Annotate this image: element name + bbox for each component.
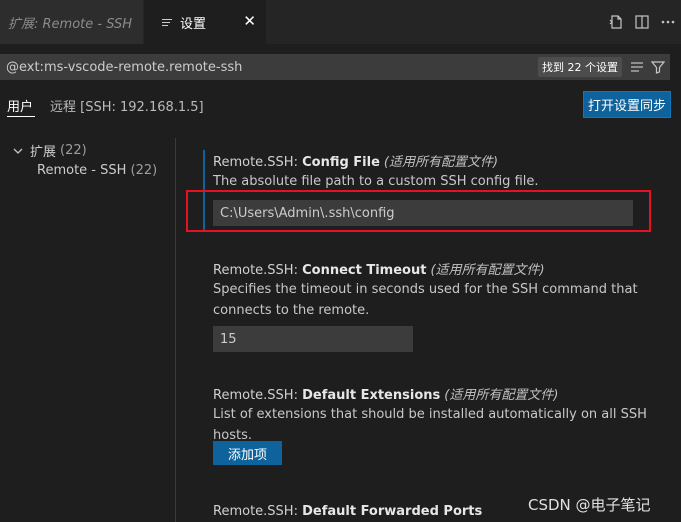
setting-category: Remote.SSH: xyxy=(213,388,303,403)
setting-title-connect-timeout: Remote.SSH: Connect Timeout (适用所有配置文件) xyxy=(213,259,545,278)
clear-filter-icon[interactable] xyxy=(628,58,646,76)
more-actions-icon[interactable] xyxy=(657,11,679,33)
tab-label: 扩展: Remote - SSH xyxy=(8,16,133,32)
setting-category: Remote.SSH: xyxy=(213,263,303,278)
active-tab-indicator xyxy=(7,116,35,117)
setting-scope: (适用所有配置文件) xyxy=(430,263,545,278)
setting-key: Connect Timeout xyxy=(302,263,427,278)
watermark: CSDN @电子笔记 xyxy=(528,496,651,514)
filter-icon[interactable] xyxy=(649,58,667,76)
setting-title-default-extensions: Remote.SSH: Default Extensions (适用所有配置文件) xyxy=(213,384,558,403)
setting-description: Specifies the timeout in seconds used fo… xyxy=(213,282,638,318)
split-editor-icon[interactable] xyxy=(631,11,653,33)
setting-description: List of extensions that should be instal… xyxy=(213,407,647,443)
tab-label: 设置 xyxy=(180,16,207,32)
toc-group-count: (22) xyxy=(60,143,87,158)
setting-key: Default Forwarded Ports xyxy=(302,504,483,519)
setting-title-default-forwarded-ports: Remote.SSH: Default Forwarded Ports xyxy=(213,504,482,519)
connect-timeout-input[interactable]: 15 xyxy=(213,326,413,352)
search-input[interactable]: @ext:ms-vscode-remote.remote-ssh xyxy=(0,60,538,75)
toc-item-count: (22) xyxy=(130,163,158,178)
setting-description: The absolute file path to a custom SSH c… xyxy=(213,174,539,189)
tab-user[interactable]: 用户 xyxy=(7,96,33,115)
setting-key: Default Extensions xyxy=(302,388,441,403)
toc-group-extensions[interactable]: 扩展 (22) xyxy=(12,141,87,160)
setting-title-config-file: Remote.SSH: Config File (适用所有配置文件) xyxy=(213,151,498,170)
settings-file-icon xyxy=(162,17,172,28)
setting-scope: (适用所有配置文件) xyxy=(383,155,499,170)
setting-category: Remote.SSH: xyxy=(213,504,303,519)
setting-scope: (适用所有配置文件) xyxy=(444,388,559,403)
toc-divider xyxy=(175,138,176,522)
add-item-button[interactable]: 添加项 xyxy=(213,441,282,465)
editor-actions xyxy=(603,0,681,44)
highlight-annotation-box xyxy=(186,190,651,232)
toc-group-label: 扩展 xyxy=(30,145,57,160)
tab-extension-remote-ssh[interactable]: 扩展: Remote - SSH xyxy=(0,0,143,44)
settings-search-bar[interactable]: @ext:ms-vscode-remote.remote-ssh 找到 22 个… xyxy=(0,54,670,80)
setting-key: Config File xyxy=(302,155,380,170)
tab-remote[interactable]: 远程 [SSH: 192.168.1.5] xyxy=(50,96,204,115)
result-count-badge: 找到 22 个设置 xyxy=(538,57,622,77)
close-icon[interactable]: ✕ xyxy=(243,14,256,29)
setting-category: Remote.SSH: xyxy=(213,155,303,170)
editor-tab-bar: 扩展: Remote - SSH 设置 ✕ xyxy=(0,0,681,44)
open-json-icon[interactable] xyxy=(605,11,627,33)
chevron-down-icon xyxy=(13,148,23,154)
toc-item-remote-ssh[interactable]: Remote - SSH (22) xyxy=(37,163,157,178)
tab-settings[interactable]: 设置 ✕ xyxy=(144,0,266,44)
settings-sync-button[interactable]: 打开设置同步 xyxy=(583,91,671,118)
toc-item-label: Remote - SSH xyxy=(37,163,127,178)
